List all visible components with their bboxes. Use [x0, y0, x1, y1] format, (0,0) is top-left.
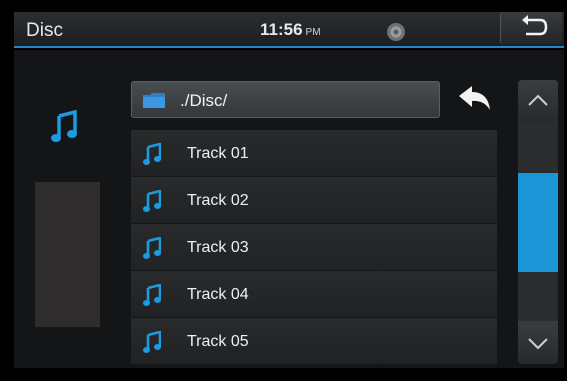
- list-item[interactable]: Track 05: [131, 318, 497, 365]
- list-item[interactable]: Track 03: [131, 224, 497, 271]
- album-art-placeholder: [35, 182, 100, 327]
- clock-ampm: PM: [305, 27, 321, 38]
- music-note-icon: [143, 331, 161, 353]
- header-bar: Disc 11:56 PM: [14, 12, 564, 48]
- scroll-down-button[interactable]: [518, 321, 558, 364]
- path-text: ./Disc/: [180, 91, 228, 110]
- return-arrow-icon: [522, 15, 548, 36]
- parent-folder-arrow-icon: [459, 86, 490, 110]
- music-note-icon: [51, 110, 77, 142]
- folder-icon: [143, 93, 165, 108]
- list-item[interactable]: Track 04: [131, 271, 497, 318]
- back-button[interactable]: [500, 12, 562, 44]
- clock-time: 11:56: [260, 20, 303, 39]
- chevron-down-icon: [528, 338, 548, 350]
- track-label: Track 05: [187, 333, 249, 350]
- path-bar[interactable]: ./Disc/: [131, 81, 440, 118]
- parent-folder-button[interactable]: [455, 84, 495, 114]
- track-list: Track 01 Track 02 Track 03 Track 04 Trac…: [131, 130, 497, 365]
- chevron-up-icon: [528, 94, 548, 106]
- disc-icon: [387, 23, 405, 41]
- disc-browser-screen: Disc 11:56 PM ./Disc/ Track 01 Track 02 …: [0, 0, 567, 381]
- track-label: Track 01: [187, 145, 249, 162]
- scrollbar-thumb[interactable]: [518, 173, 558, 272]
- music-note-icon: [143, 143, 161, 165]
- track-label: Track 04: [187, 286, 249, 303]
- track-label: Track 02: [187, 192, 249, 209]
- page-title: Disc: [26, 20, 63, 41]
- music-note-icon: [143, 190, 161, 212]
- scroll-up-button[interactable]: [518, 80, 558, 123]
- list-item[interactable]: Track 01: [131, 130, 497, 177]
- music-note-icon: [143, 237, 161, 259]
- music-note-icon: [143, 284, 161, 306]
- list-item[interactable]: Track 02: [131, 177, 497, 224]
- track-label: Track 03: [187, 239, 249, 256]
- clock: 11:56 PM: [260, 20, 321, 40]
